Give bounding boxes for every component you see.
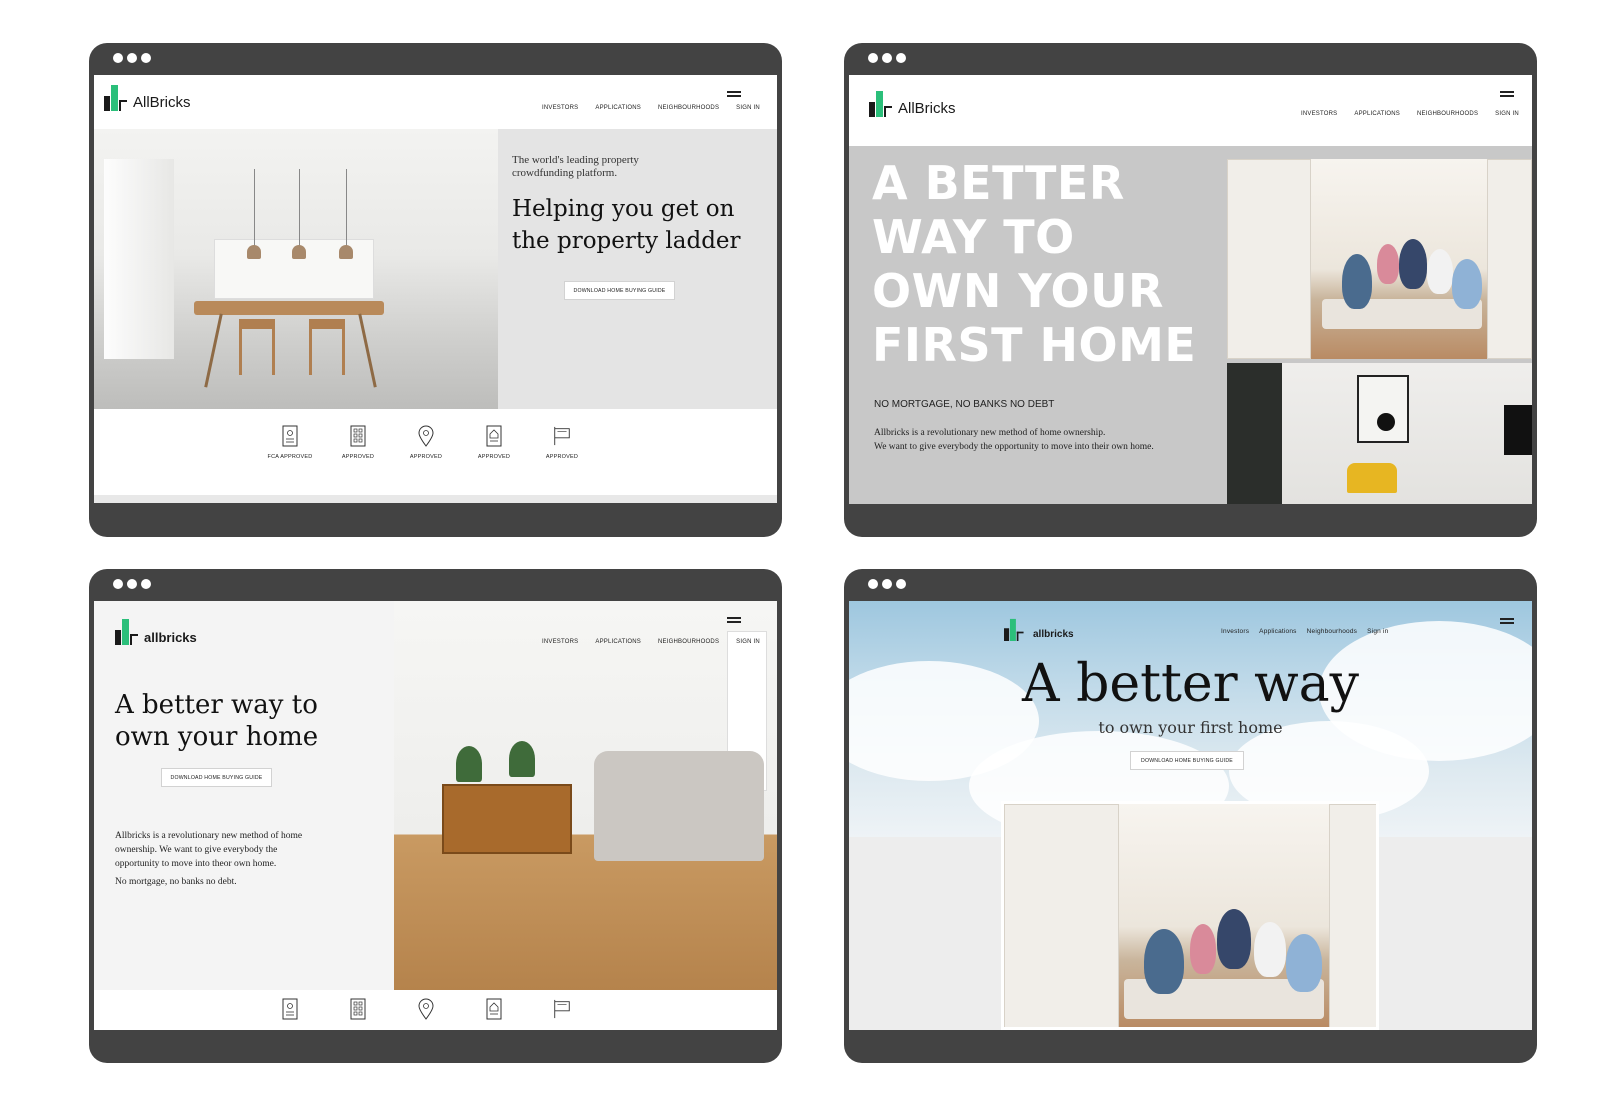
browser-mockup-1: AllBricks INVESTORS APPLICATIONS NEIGHBO… (89, 43, 782, 537)
nav-sign-in[interactable]: SIGN IN (736, 105, 760, 111)
feature-house-doc: APPROVED (460, 425, 528, 460)
hero-section: A BETTER WAY TO OWN YOUR FIRST HOME NO M… (849, 146, 1532, 504)
browser-mockup-2: AllBricks INVESTORS APPLICATIONS NEIGHBO… (844, 43, 1537, 537)
hero-text-panel: allbricks A better way to own your home … (94, 601, 394, 990)
window-dots (113, 53, 151, 63)
browser-mockup-4: allbricks Investors Applications Neighbo… (844, 569, 1537, 1063)
window-dots (113, 579, 151, 589)
flag-icon (552, 425, 572, 447)
nav-neighbourhoods[interactable]: NEIGHBOURHOODS (658, 105, 719, 111)
logo-text: AllBricks (898, 100, 956, 117)
feature-house-doc (460, 998, 528, 1020)
top-nav: INVESTORS APPLICATIONS NEIGHBOURHOODS SI… (542, 105, 760, 111)
hero-subheading: to own your first home (1098, 718, 1283, 737)
mockup-1-screen: AllBricks INVESTORS APPLICATIONS NEIGHBO… (94, 75, 777, 503)
feature-location: APPROVED (392, 425, 460, 460)
logo-text: allbricks (1033, 629, 1074, 640)
nav-investors[interactable]: Investors (1221, 628, 1249, 635)
flag-icon (552, 998, 572, 1020)
hero-heading: Helping you get on the property ladder (512, 196, 741, 254)
feature-fca (256, 998, 324, 1020)
hero-note: No mortgage, no banks no debt. (115, 877, 237, 887)
logo-text: allbricks (144, 630, 197, 645)
nav-investors[interactable]: INVESTORS (542, 105, 578, 111)
hero-text-panel: The world's leading property crowdfundin… (498, 129, 777, 409)
logo-text: AllBricks (133, 94, 191, 111)
browser-mockup-3: allbricks A better way to own your home … (89, 569, 782, 1063)
hero-heading: A BETTER WAY TO OWN YOUR FIRST HOME (872, 156, 1197, 372)
hamburger-menu-icon[interactable] (727, 91, 741, 97)
nav-neighbourhoods[interactable]: Neighbourhoods (1307, 628, 1358, 635)
top-nav: INVESTORS APPLICATIONS NEIGHBOURHOODS SI… (542, 639, 760, 645)
kitchen-photo (94, 129, 498, 409)
nav-applications[interactable]: Applications (1259, 628, 1296, 635)
hamburger-menu-icon[interactable] (727, 617, 741, 623)
hero-heading: A better way (1022, 654, 1359, 714)
document-icon (280, 425, 300, 447)
logo-mark-icon (1004, 618, 1026, 641)
feature-building: APPROVED (324, 425, 392, 460)
feature-fca: FCA APPROVED (256, 425, 324, 460)
mockup-3-screen: allbricks A better way to own your home … (94, 601, 777, 1030)
top-nav: INVESTORS APPLICATIONS NEIGHBOURHOODS SI… (1301, 111, 1519, 117)
nav-investors[interactable]: INVESTORS (1301, 111, 1337, 117)
download-guide-button[interactable]: DOWNLOAD HOME BUYING GUIDE (161, 768, 272, 787)
allbricks-logo[interactable]: AllBricks (869, 91, 956, 117)
features-row (256, 998, 596, 1020)
family-photo (1001, 801, 1379, 1030)
hamburger-menu-icon[interactable] (1500, 618, 1514, 624)
nav-neighbourhoods[interactable]: NEIGHBOURHOODS (1417, 111, 1478, 117)
feature-flag: APPROVED (528, 425, 596, 460)
download-guide-button[interactable]: DOWNLOAD HOME BUYING GUIDE (1130, 751, 1244, 770)
hero-body: Allbricks is a revolutionary new method … (874, 428, 1154, 452)
location-pin-icon (416, 998, 436, 1020)
house-document-icon (484, 998, 504, 1020)
hero-tagline: The world's leading property crowdfundin… (512, 154, 639, 179)
document-icon (280, 998, 300, 1020)
nav-sign-in[interactable]: Sign in (1367, 628, 1388, 635)
feature-location (392, 998, 460, 1020)
hero-body: Allbricks is a revolutionary new method … (115, 831, 303, 869)
nav-investors[interactable]: INVESTORS (542, 639, 578, 645)
family-photo (1227, 159, 1532, 359)
living-room-photo (1227, 363, 1532, 504)
feature-building (324, 998, 392, 1020)
nav-sign-in[interactable]: SIGN IN (1495, 111, 1519, 117)
hamburger-menu-icon[interactable] (1500, 91, 1514, 97)
feature-flag (528, 998, 596, 1020)
allbricks-logo[interactable]: AllBricks (104, 85, 191, 111)
mockup-4-screen: allbricks Investors Applications Neighbo… (849, 601, 1532, 1030)
logo-mark-icon (869, 91, 895, 117)
nav-applications[interactable]: APPLICATIONS (1354, 111, 1400, 117)
house-document-icon (484, 425, 504, 447)
logo-mark-icon (115, 619, 141, 645)
allbricks-logo[interactable]: allbricks (115, 619, 197, 645)
allbricks-logo[interactable]: allbricks (1004, 615, 1074, 641)
living-room-photo (394, 601, 777, 990)
top-nav: Investors Applications Neighbourhoods Si… (1221, 628, 1388, 635)
building-icon (348, 425, 368, 447)
features-row: FCA APPROVED APPROVED APPROVED APPROVED … (256, 425, 596, 460)
window-dots (868, 579, 906, 589)
page-footer-strip (94, 495, 777, 503)
mockup-2-screen: AllBricks INVESTORS APPLICATIONS NEIGHBO… (849, 75, 1532, 504)
nav-applications[interactable]: APPLICATIONS (595, 105, 641, 111)
nav-sign-in[interactable]: SIGN IN (736, 639, 760, 645)
window-dots (868, 53, 906, 63)
hero-heading: A better way to own your home (115, 690, 319, 752)
nav-neighbourhoods[interactable]: NEIGHBOURHOODS (658, 639, 719, 645)
download-guide-button[interactable]: DOWNLOAD HOME BUYING GUIDE (564, 281, 675, 300)
hero-subheading: NO MORTGAGE, NO BANKS NO DEBT (874, 399, 1055, 410)
location-pin-icon (416, 425, 436, 447)
building-icon (348, 998, 368, 1020)
nav-applications[interactable]: APPLICATIONS (595, 639, 641, 645)
logo-mark-icon (104, 85, 130, 111)
